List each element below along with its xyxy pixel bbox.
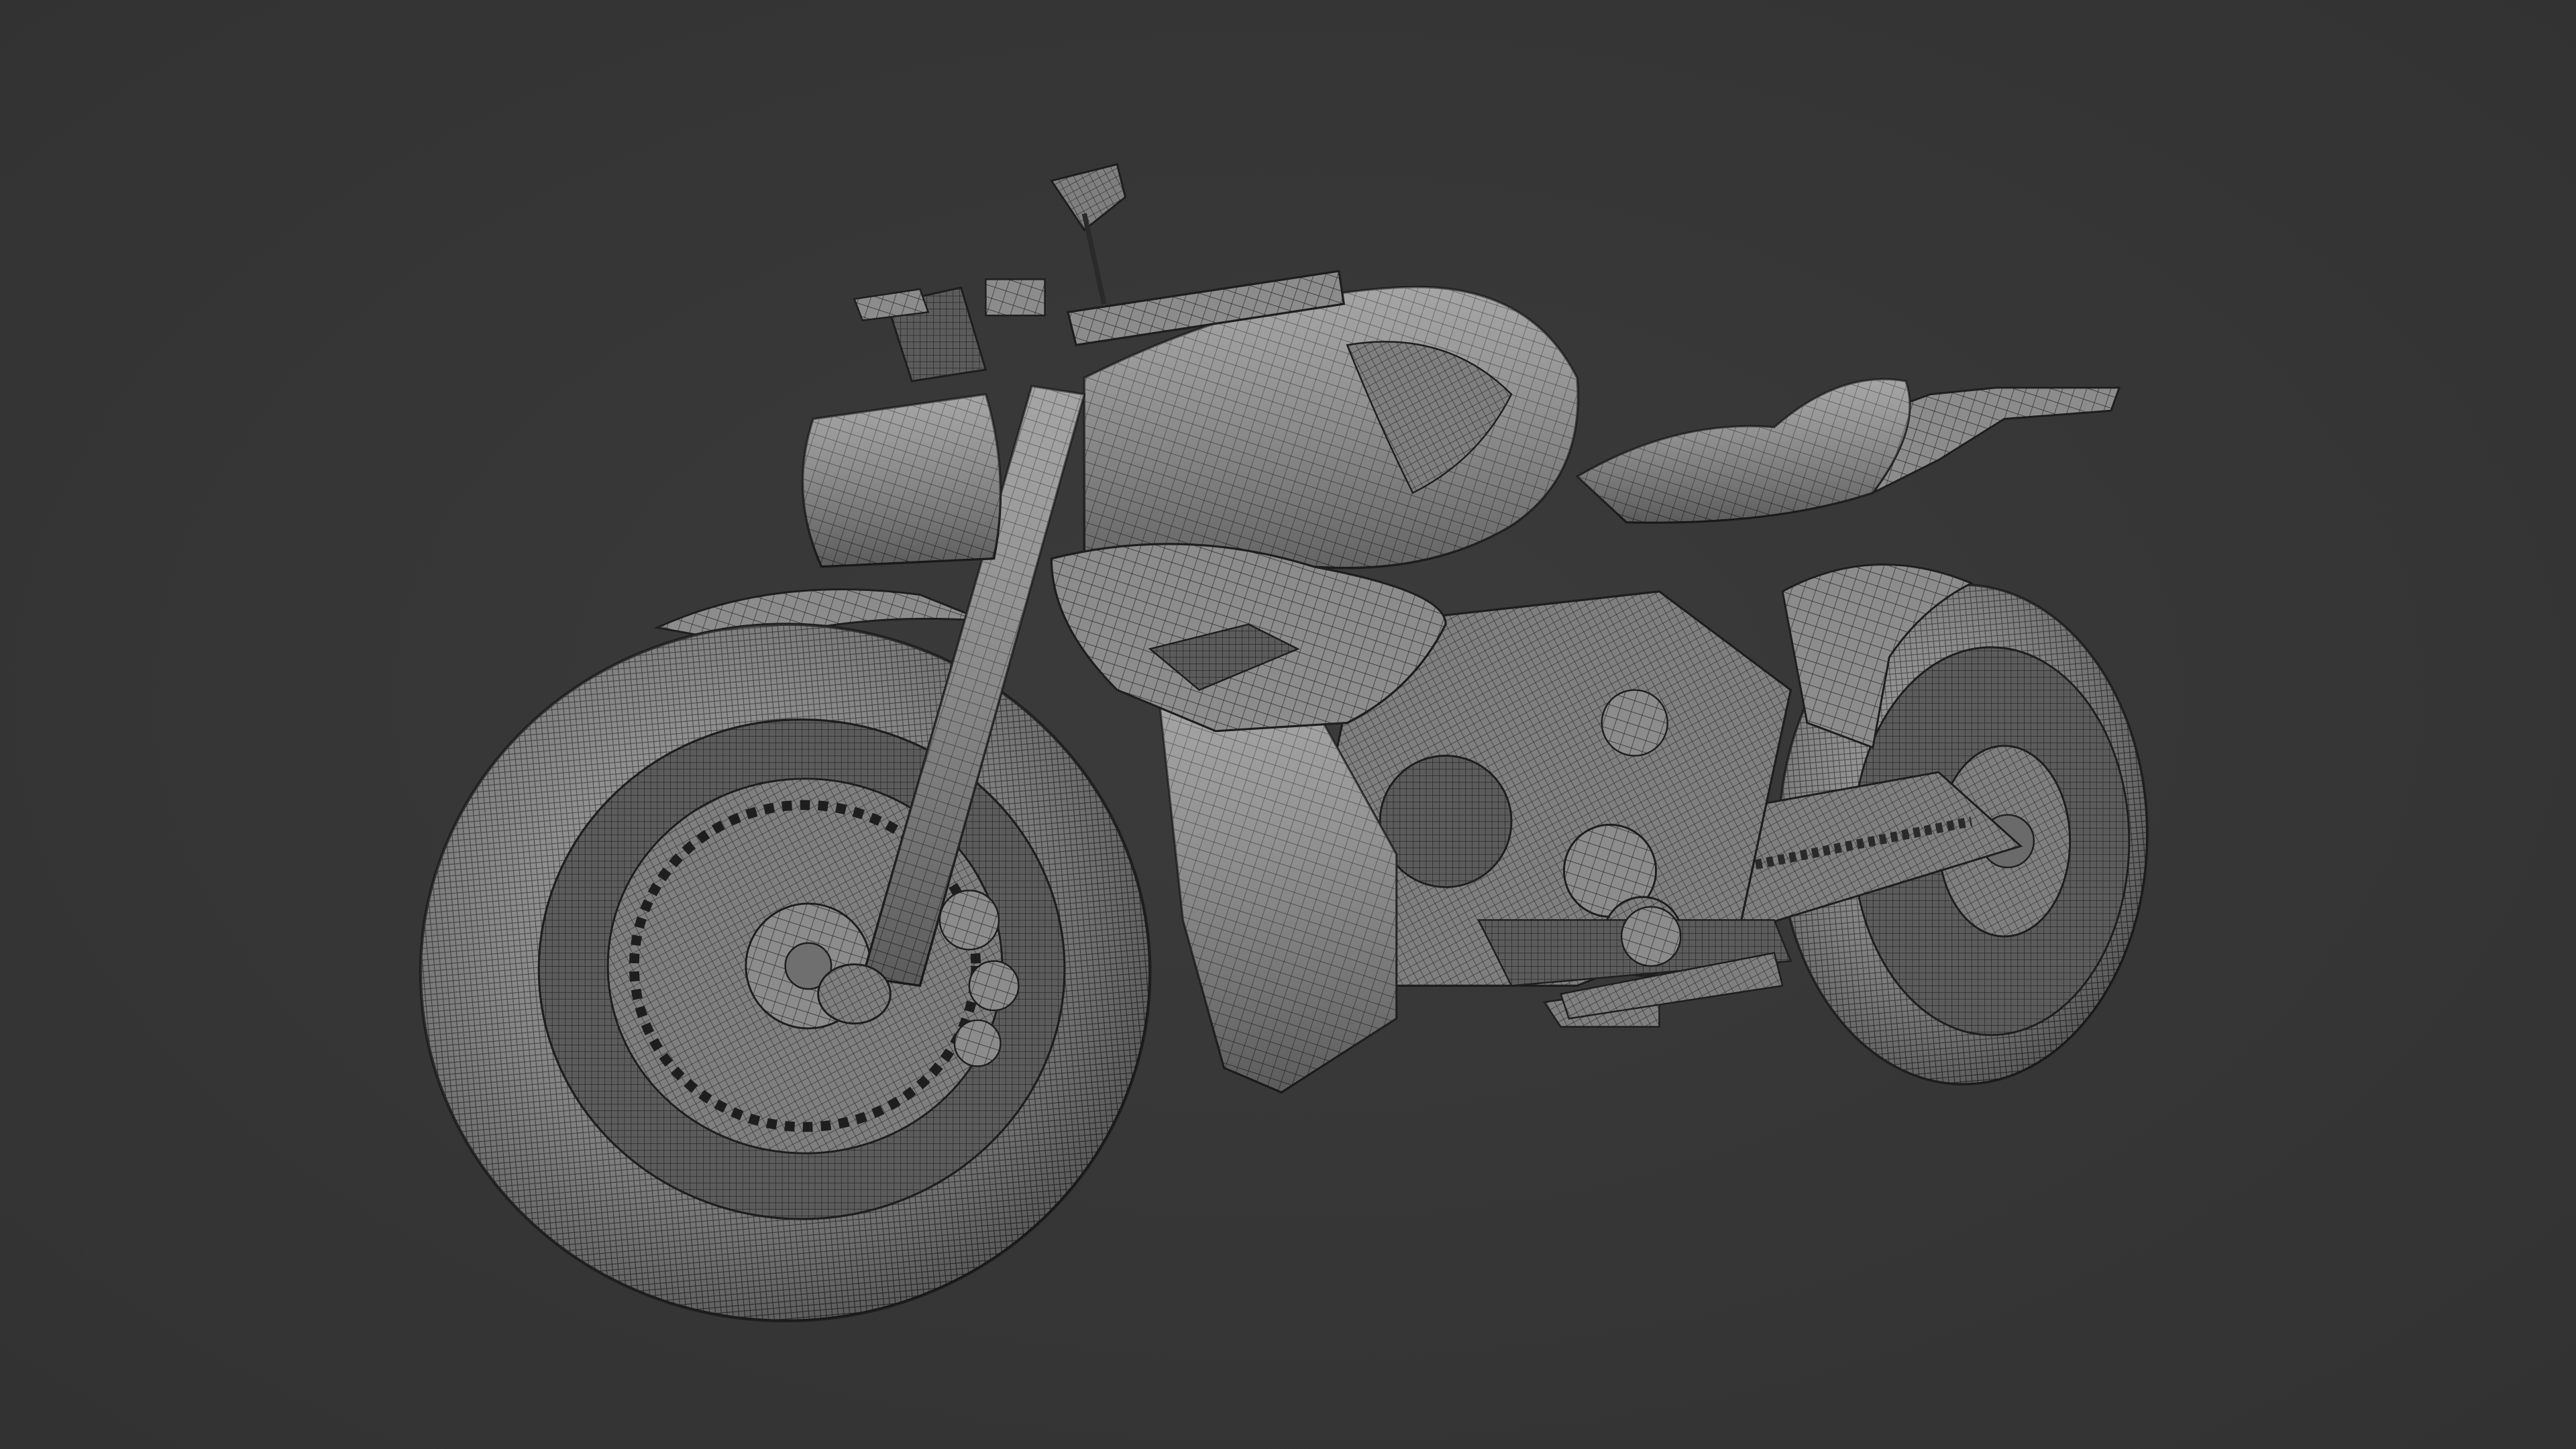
motorcycle-model xyxy=(419,163,2149,1323)
dashboard xyxy=(853,286,987,382)
front-wheel xyxy=(419,623,1152,1323)
seat xyxy=(1575,378,1911,524)
3d-viewport[interactable] xyxy=(0,0,2576,1449)
headlight xyxy=(801,392,1002,568)
